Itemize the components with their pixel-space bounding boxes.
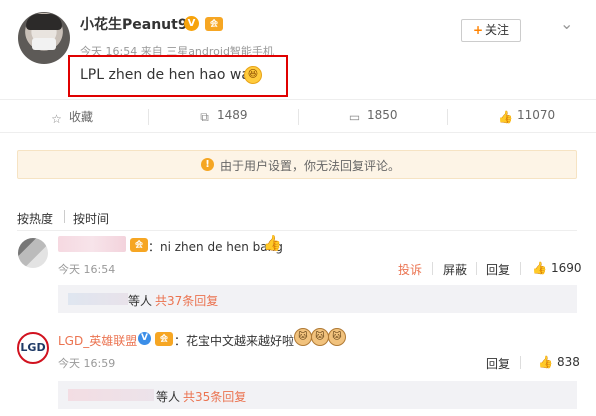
sub-replies-bar: 等人 共37条回复	[58, 285, 577, 313]
thumbs-up-emoji-icon: 👍	[263, 234, 282, 252]
favorite-label: 收藏	[69, 110, 94, 124]
cat-emoji-icon: 🐱	[311, 328, 329, 346]
block-button[interactable]: 屏蔽	[443, 261, 467, 278]
blue-verified-icon[interactable]: V	[138, 332, 151, 345]
sub-replies-bar: 等人 共35条回复	[58, 381, 577, 409]
chevron-down-icon[interactable]: ⌄	[560, 14, 573, 33]
comment-like-count: 838	[556, 355, 580, 369]
commenter-avatar[interactable]	[18, 238, 48, 268]
comment-like-button[interactable]: 👍 1690	[532, 261, 582, 275]
cat-emoji-icon: 🐱	[328, 328, 346, 346]
report-button[interactable]: 投诉	[398, 261, 422, 278]
repost-icon: ⧉	[200, 110, 209, 124]
thumbs-up-icon: 👍	[538, 355, 553, 369]
reply-names-blurred[interactable]	[68, 293, 128, 305]
follow-label: 关注	[485, 23, 510, 37]
divider	[17, 230, 577, 231]
author-avatar[interactable]	[18, 12, 70, 64]
reply-button[interactable]: 回复	[486, 261, 510, 278]
vip-icon[interactable]: 会	[205, 17, 223, 31]
vip-icon[interactable]: 会	[130, 238, 148, 252]
post-action-bar: ☆ 收藏 ⧉ 1489 ▭ 1850 👍 11070	[0, 99, 596, 133]
sub-replies-text: 等人	[128, 294, 153, 308]
thumbs-up-icon: 👍	[532, 261, 547, 275]
avatar-mask	[32, 38, 56, 50]
divider	[447, 109, 448, 125]
favorite-button[interactable]: ☆ 收藏	[50, 108, 93, 126]
plus-icon: +	[472, 23, 484, 37]
reply-button[interactable]: 回复	[486, 355, 510, 372]
like-count: 11070	[517, 108, 556, 122]
cat-emoji-icon: 🐱	[294, 328, 312, 346]
divider	[520, 356, 521, 369]
verified-icon[interactable]: V	[184, 16, 199, 31]
reply-names-blurred[interactable]	[68, 389, 154, 401]
lgd-logo-avatar[interactable]: LGD	[17, 332, 49, 364]
vip-icon[interactable]: 会	[155, 332, 173, 346]
comment-like-button[interactable]: 👍 838	[538, 355, 580, 369]
comment-time: 今天 16:54	[58, 263, 116, 276]
comment-button[interactable]: ▭ 1850	[348, 108, 398, 124]
view-replies-link[interactable]: 共37条回复	[155, 292, 218, 309]
divider	[148, 109, 149, 125]
commenter-name[interactable]: LGD_英雄联盟	[58, 332, 137, 349]
like-button[interactable]: 👍 11070	[498, 108, 555, 124]
notice-text: 由于用户设置，你无法回复评论。	[220, 159, 401, 173]
repost-button[interactable]: ⧉ 1489	[198, 108, 248, 124]
reply-restricted-notice: ! 由于用户设置，你无法回复评论。	[17, 150, 577, 179]
tab-sort-hot[interactable]: 按热度	[17, 210, 53, 227]
star-icon: ☆	[51, 112, 62, 126]
comment-text: ：花宝中文越来越好啦	[174, 334, 295, 348]
avatar-hair	[26, 14, 62, 30]
divider	[432, 262, 433, 275]
tab-sort-time[interactable]: 按时间	[73, 210, 109, 227]
warning-icon: !	[201, 158, 214, 171]
view-replies-link[interactable]: 共35条回复	[183, 388, 246, 405]
divider	[520, 262, 521, 275]
follow-button[interactable]: + 关注	[461, 19, 521, 42]
comment-time: 今天 16:59	[58, 357, 116, 370]
comment-icon: ▭	[348, 110, 361, 124]
repost-count: 1489	[217, 108, 248, 122]
thumbs-up-icon: 👍	[498, 110, 513, 124]
divider	[64, 210, 65, 223]
comment-count: 1850	[367, 108, 398, 122]
highlight-box	[68, 55, 288, 97]
commenter-name-blurred[interactable]	[58, 236, 126, 252]
comment-like-count: 1690	[550, 261, 582, 275]
author-name[interactable]: 小花生Peanut98	[80, 14, 197, 34]
divider	[476, 262, 477, 275]
sub-replies-text: 等人	[156, 390, 181, 404]
divider	[298, 109, 299, 125]
